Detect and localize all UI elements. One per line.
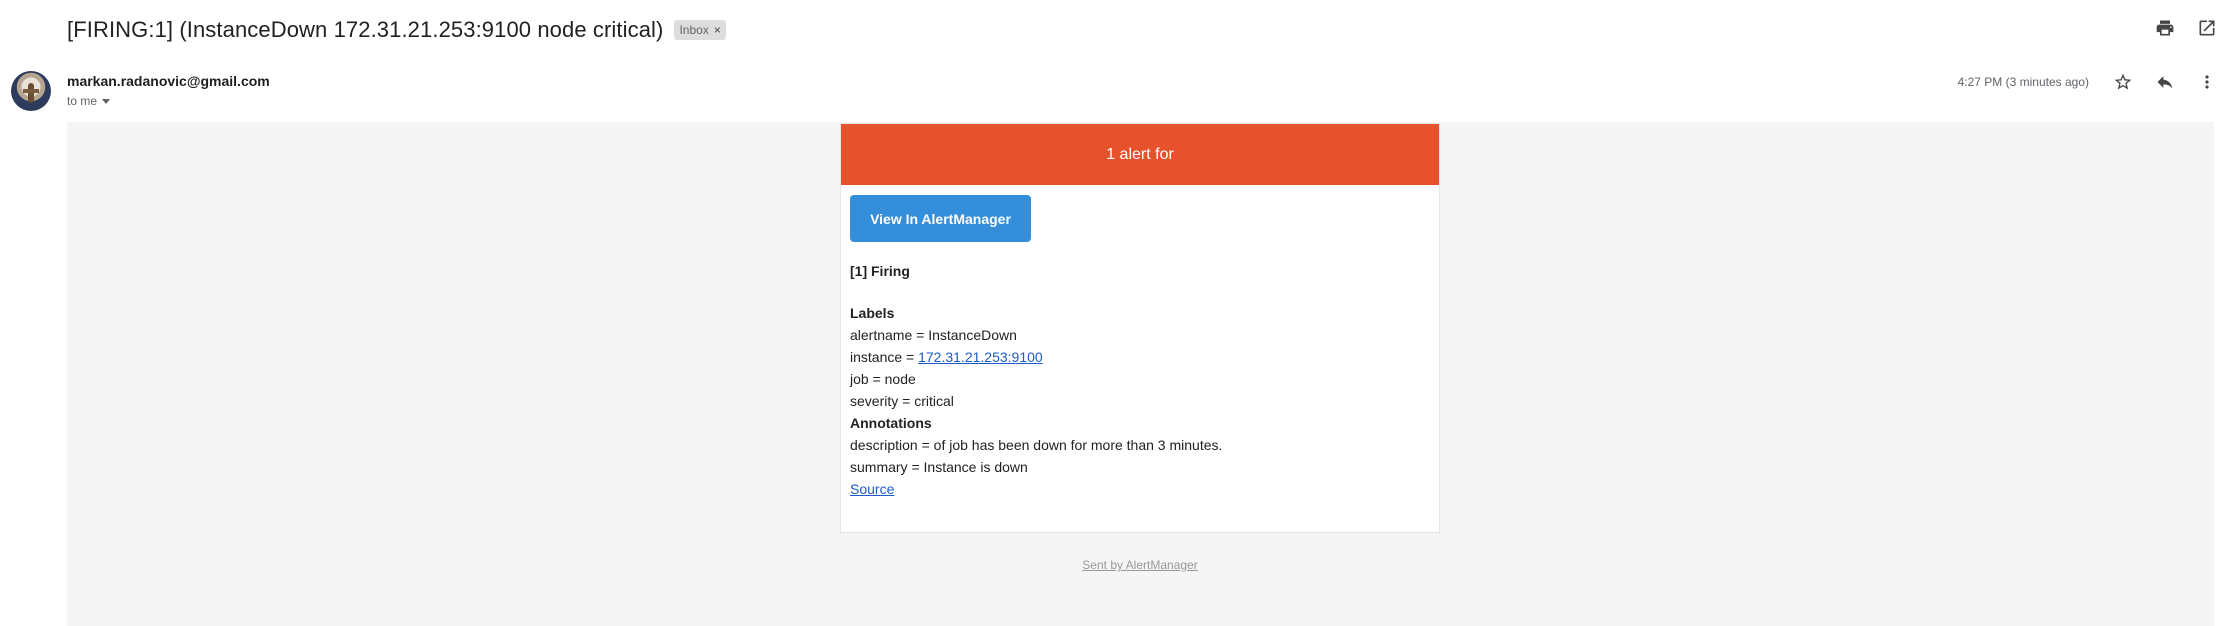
star-icon: [2114, 73, 2132, 90]
chevron-down-icon: [102, 98, 111, 104]
print-button[interactable]: [2153, 16, 2177, 40]
view-in-alertmanager-button[interactable]: View In AlertManager: [850, 195, 1031, 242]
label-alertname: alertname = InstanceDown: [850, 327, 1017, 343]
label-severity: severity = critical: [850, 393, 954, 409]
remove-label-icon[interactable]: ×: [714, 23, 721, 37]
alert-card: 1 alert for View In AlertManager [1] Fir…: [840, 123, 1440, 533]
email-subject: [FIRING:1] (InstanceDown 172.31.21.253:9…: [67, 17, 664, 42]
recipient-details-toggle[interactable]: to me: [67, 94, 111, 108]
annotations-heading: Annotations: [850, 415, 932, 431]
instance-prefix: instance =: [850, 349, 919, 365]
source-link[interactable]: Source: [850, 481, 894, 497]
star-button[interactable]: [2111, 70, 2135, 94]
sender-email: markan.radanovic@gmail.com: [67, 73, 270, 89]
label-chip-text: Inbox: [679, 23, 709, 37]
firing-heading: [1] Firing: [850, 263, 910, 279]
footer: Sent by AlertManager: [840, 558, 1440, 572]
reply-icon: [2157, 76, 2173, 89]
recipient-label: to me: [67, 94, 98, 108]
open-in-new-window-icon: [2199, 20, 2215, 36]
timestamp: 4:27 PM (3 minutes ago): [1957, 75, 2089, 89]
label-instance: instance = 172.31.21.253:9100: [850, 346, 1430, 368]
inbox-label-chip[interactable]: Inbox ×: [674, 20, 726, 40]
sent-by-alertmanager-link[interactable]: Sent by AlertManager: [1082, 558, 1197, 572]
annotation-summary: summary = Instance is down: [850, 459, 1028, 475]
sender-avatar: [11, 71, 51, 111]
alert-banner: 1 alert for: [841, 124, 1439, 185]
labels-heading: Labels: [850, 305, 895, 321]
more-options-button[interactable]: [2195, 70, 2219, 94]
alert-content: View In AlertManager [1] Firing Labels a…: [841, 185, 1439, 510]
instance-link[interactable]: 172.31.21.253:9100: [918, 349, 1043, 365]
label-job: job = node: [850, 371, 916, 387]
subject-row: [FIRING:1] (InstanceDown 172.31.21.253:9…: [67, 14, 726, 46]
reply-button[interactable]: [2153, 70, 2177, 94]
annotation-description: description = of job has been down for m…: [850, 437, 1223, 453]
top-actions: [2153, 16, 2219, 40]
more-vertical-icon: [2205, 75, 2209, 89]
email-body: 1 alert for View In AlertManager [1] Fir…: [67, 122, 2214, 626]
print-icon: [2156, 20, 2174, 36]
message-actions: 4:27 PM (3 minutes ago): [1958, 70, 2219, 94]
open-in-new-window-button[interactable]: [2195, 16, 2219, 40]
